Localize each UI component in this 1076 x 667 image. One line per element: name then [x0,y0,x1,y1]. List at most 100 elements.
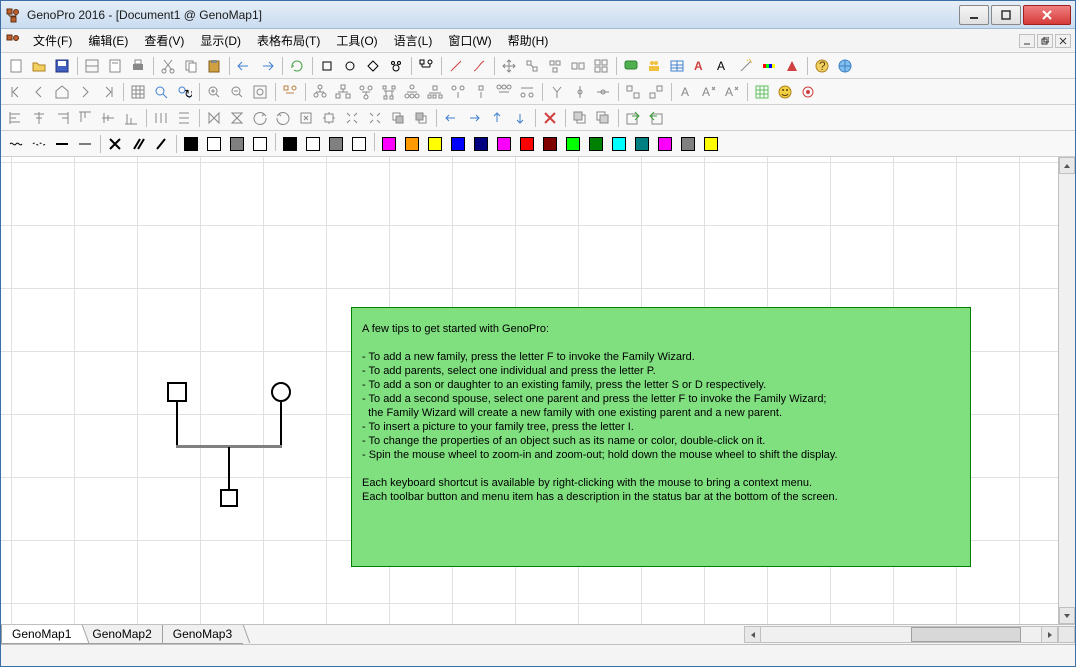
color-swatch-16[interactable] [562,133,584,155]
zoom-fit-icon[interactable] [249,81,271,103]
target-icon[interactable] [797,81,819,103]
child-symbol[interactable] [220,489,238,507]
cut-button[interactable] [157,55,179,77]
order1-icon[interactable] [387,107,409,129]
horizontal-scrollbar[interactable] [744,626,1058,643]
maximize-button[interactable] [991,5,1021,25]
undo-button[interactable] [233,55,255,77]
delete-icon[interactable] [539,107,561,129]
tree-icon-5[interactable] [401,81,423,103]
menu-help[interactable]: 帮助(H) [500,30,557,51]
distribute-h-icon[interactable] [150,107,172,129]
distribute-v-icon[interactable] [173,107,195,129]
color-swatch-19[interactable] [631,133,653,155]
export-icon[interactable] [622,107,644,129]
align-bottom-icon[interactable] [120,107,142,129]
tab-genomap3[interactable]: GenoMap3 [162,625,243,644]
align-top-icon[interactable] [74,107,96,129]
menu-tools[interactable]: 工具(O) [328,30,385,51]
layout1-icon[interactable] [622,81,644,103]
align-middle-icon[interactable] [97,107,119,129]
align-center-icon[interactable] [28,107,50,129]
tool1-button[interactable] [521,55,543,77]
color-swatch-13[interactable] [493,133,515,155]
mdi-close-button[interactable] [1055,34,1071,48]
tree-icon-7[interactable] [447,81,469,103]
page-button[interactable] [104,55,126,77]
scroll-down-icon[interactable] [1059,607,1075,624]
send-back-icon[interactable] [592,107,614,129]
color-swatch-20[interactable] [654,133,676,155]
arrow-r-icon[interactable] [463,107,485,129]
color-swatch-5[interactable] [302,133,324,155]
female-button[interactable] [339,55,361,77]
smiley-icon[interactable] [774,81,796,103]
line-style-3-icon[interactable] [51,133,73,155]
male-symbol[interactable] [167,382,187,402]
dbl-slash-icon[interactable] [127,133,149,155]
redo-button[interactable] [256,55,278,77]
menu-display[interactable]: 显示(D) [192,30,249,51]
color-swatch-12[interactable] [470,133,492,155]
flip-v-icon[interactable] [226,107,248,129]
wand-icon[interactable] [735,55,757,77]
nav-home-icon[interactable] [51,81,73,103]
arrow-d-icon[interactable] [509,107,531,129]
mdi-minimize-button[interactable] [1019,34,1035,48]
slash-icon[interactable] [150,133,172,155]
align-right-icon[interactable] [51,107,73,129]
tree-icon-10[interactable] [516,81,538,103]
color-swatch-3[interactable] [249,133,271,155]
rotate-l-icon[interactable] [249,107,271,129]
scroll-thumb[interactable] [911,627,1021,642]
save-button[interactable] [51,55,73,77]
tree-icon-3[interactable] [355,81,377,103]
color-swatch-22[interactable] [700,133,722,155]
tree-icon-8[interactable] [470,81,492,103]
tree-icon-9[interactable] [493,81,515,103]
menu-file[interactable]: 文件(F) [25,30,80,51]
link2-button[interactable] [468,55,490,77]
line-style-2-icon[interactable] [28,133,50,155]
order2-icon[interactable] [410,107,432,129]
color-swatch-8[interactable] [378,133,400,155]
color-swatch-10[interactable] [424,133,446,155]
nav-last-icon[interactable] [97,81,119,103]
size3-icon[interactable] [341,107,363,129]
find-icon[interactable] [150,81,172,103]
arrow-u-icon[interactable] [486,107,508,129]
link-h-icon[interactable] [592,81,614,103]
grid-icon[interactable] [127,81,149,103]
scroll-right-icon[interactable] [1041,626,1058,643]
tree-icon-6[interactable] [424,81,446,103]
text-a1-icon[interactable]: A [689,55,711,77]
line-style-1-icon[interactable] [5,133,27,155]
menu-table[interactable]: 表格布局(T) [249,30,328,51]
color-swatch-1[interactable] [203,133,225,155]
color-swatch-14[interactable] [516,133,538,155]
color-swatch-15[interactable] [539,133,561,155]
rotate-r-icon[interactable] [272,107,294,129]
open-button[interactable] [28,55,50,77]
arrow-l-icon[interactable] [440,107,462,129]
text-a3-icon[interactable]: A [675,81,697,103]
color-swatch-11[interactable] [447,133,469,155]
pet-button[interactable] [385,55,407,77]
unknown-button[interactable] [362,55,384,77]
menu-language[interactable]: 语言(L) [386,30,441,51]
print-button[interactable] [127,55,149,77]
paste-button[interactable] [203,55,225,77]
size1-icon[interactable] [295,107,317,129]
line-style-4-icon[interactable] [74,133,96,155]
family-wizard-icon[interactable] [279,81,301,103]
size2-icon[interactable] [318,107,340,129]
tool4-button[interactable] [590,55,612,77]
menu-window[interactable]: 窗口(W) [440,30,499,51]
tab-genomap2[interactable]: GenoMap2 [81,625,162,644]
genomap-button[interactable] [81,55,103,77]
tool3-button[interactable] [567,55,589,77]
align-left-icon[interactable] [5,107,27,129]
color-swatch-2[interactable] [226,133,248,155]
copy-button[interactable] [180,55,202,77]
arrows-button[interactable] [498,55,520,77]
